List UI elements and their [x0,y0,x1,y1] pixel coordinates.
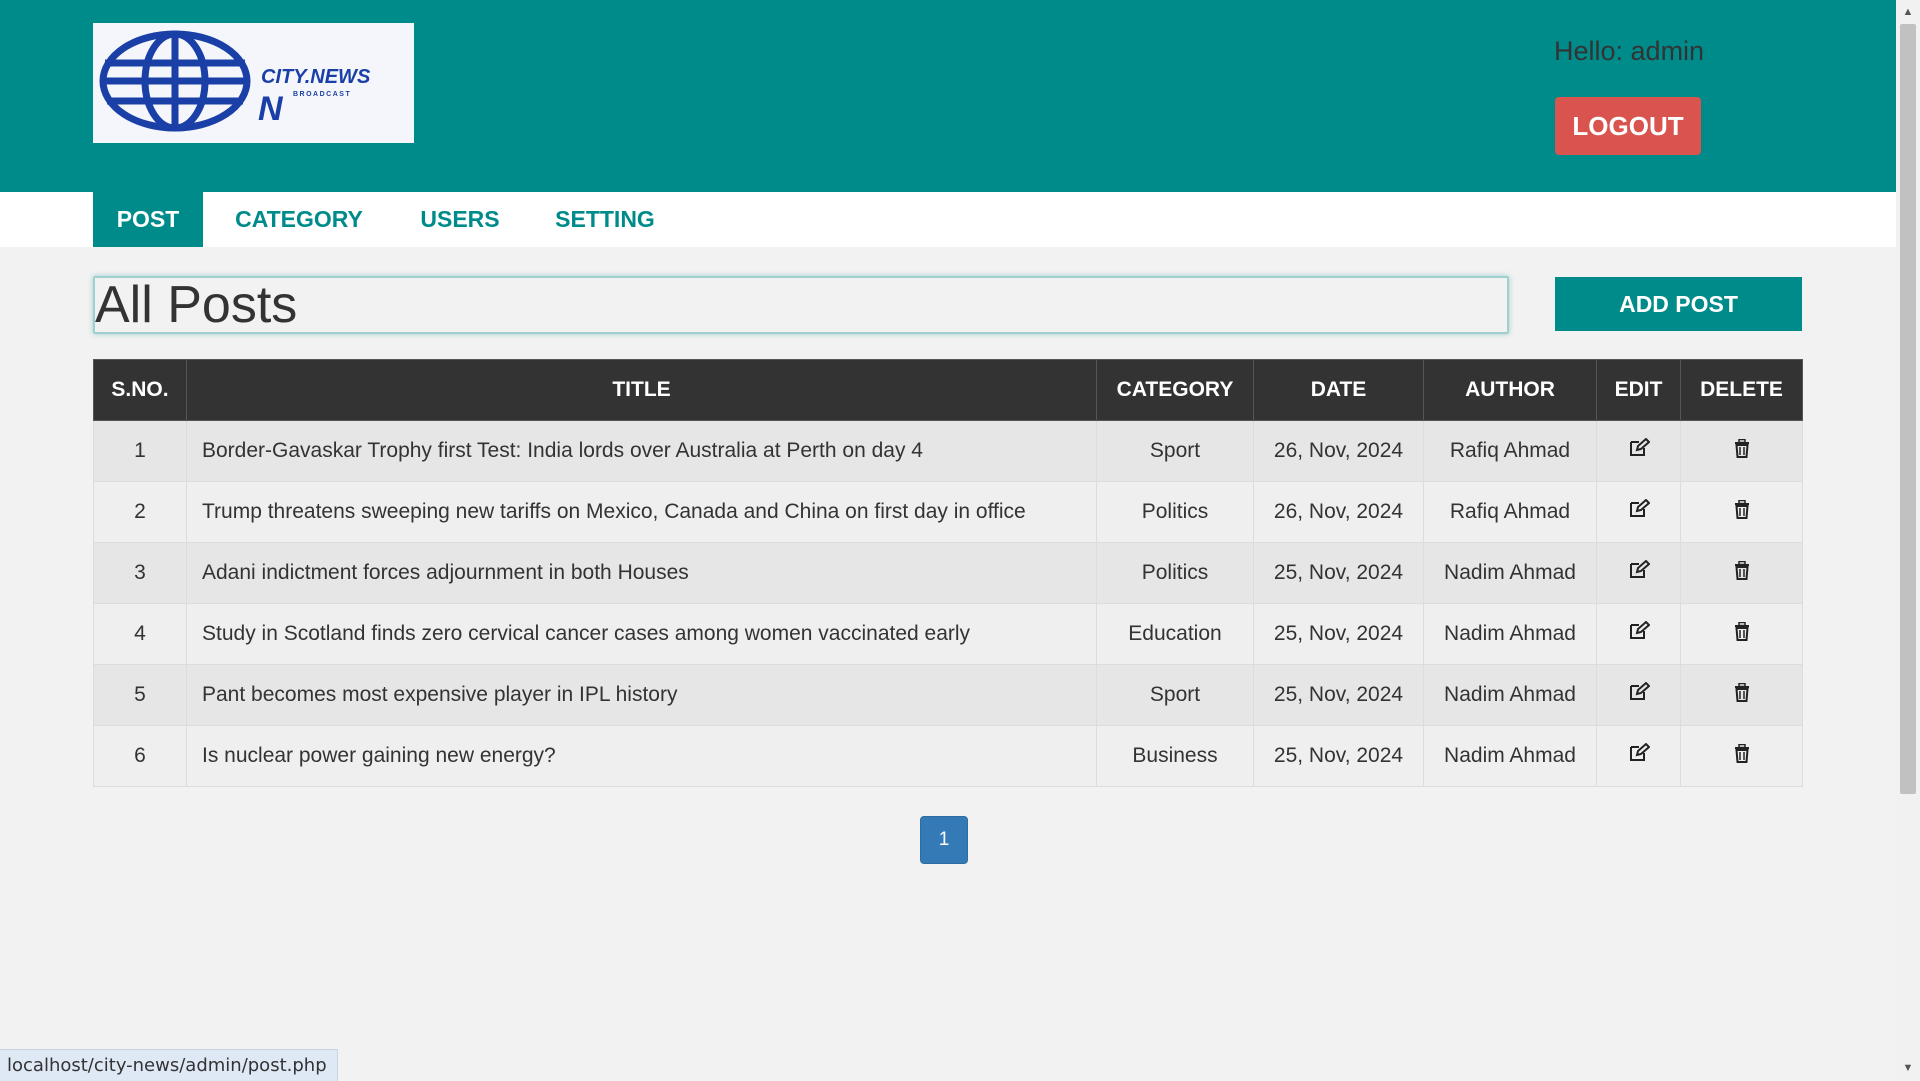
cell-sno: 2 [93,481,187,543]
svg-text:BROADCAST: BROADCAST [293,91,351,98]
scrollbar-thumb[interactable] [1900,24,1916,794]
cell-title: Border-Gavaskar Trophy first Test: India… [186,420,1097,482]
cell-title: Study in Scotland finds zero cervical ca… [186,603,1097,665]
column-header-date: DATE [1253,359,1424,421]
globe-logo-icon: N CITY.NEWS BROADCAST [99,30,371,132]
table-row: 4 Study in Scotland finds zero cervical … [93,603,1803,665]
table-row: 3 Adani indictment forces adjournment in… [93,542,1803,604]
cell-date: 25, Nov, 2024 [1253,542,1424,604]
cell-author: Nadim Ahmad [1423,664,1597,726]
table-row: 1 Border-Gavaskar Trophy first Test: Ind… [93,420,1803,482]
cell-category: Education [1096,603,1254,665]
scroll-up-arrow-icon[interactable]: ▲ [1896,2,1920,22]
column-header-category: CATEGORY [1096,359,1254,421]
edit-icon[interactable] [1628,498,1650,519]
page-title-field[interactable] [93,276,1509,334]
scroll-down-arrow-icon[interactable]: ▼ [1896,1058,1920,1078]
cell-edit [1596,420,1681,482]
trash-icon[interactable] [1734,682,1750,702]
svg-text:CITY.NEWS: CITY.NEWS [261,66,371,88]
nav-item-setting[interactable]: SETTING [545,192,665,247]
main-nav: POST CATEGORY USERS SETTING [0,192,1896,247]
cell-delete [1680,481,1803,543]
cell-author: Nadim Ahmad [1423,603,1597,665]
table-row: 6 Is nuclear power gaining new energy? B… [93,725,1803,787]
cell-delete [1680,664,1803,726]
nav-item-post[interactable]: POST [93,192,203,247]
cell-title: Adani indictment forces adjournment in b… [186,542,1097,604]
posts-table: S.NO. TITLE CATEGORY DATE AUTHOR EDIT DE… [93,359,1803,787]
cell-category: Politics [1096,542,1254,604]
cell-sno: 6 [93,725,187,787]
cell-category: Politics [1096,481,1254,543]
edit-icon[interactable] [1628,742,1650,763]
table-row: 5 Pant becomes most expensive player in … [93,664,1803,726]
cell-date: 25, Nov, 2024 [1253,664,1424,726]
cell-author: Rafiq Ahmad [1423,481,1597,543]
cell-edit [1596,664,1681,726]
trash-icon[interactable] [1734,621,1750,641]
svg-text:N: N [258,90,284,128]
cell-author: Nadim Ahmad [1423,725,1597,787]
trash-icon[interactable] [1734,438,1750,458]
cell-delete [1680,542,1803,604]
add-post-button[interactable]: ADD POST [1555,277,1802,331]
column-header-author: AUTHOR [1423,359,1597,421]
cell-title: Is nuclear power gaining new energy? [186,725,1097,787]
cell-delete [1680,725,1803,787]
edit-icon[interactable] [1628,559,1650,580]
trash-icon[interactable] [1734,560,1750,580]
nav-item-category[interactable]: CATEGORY [219,192,379,247]
table-row: 2 Trump threatens sweeping new tariffs o… [93,481,1803,543]
column-header-title: TITLE [186,359,1097,421]
cell-category: Sport [1096,664,1254,726]
site-header: N CITY.NEWS BROADCAST Hello: admin LOGOU… [0,0,1896,192]
status-bar-url: localhost/city-news/admin/post.php [0,1049,338,1081]
cell-date: 26, Nov, 2024 [1253,481,1424,543]
cell-category: Sport [1096,420,1254,482]
greeting-text: Hello: admin [1554,36,1705,66]
cell-date: 25, Nov, 2024 [1253,603,1424,665]
column-header-sno: S.NO. [93,359,187,421]
cell-delete [1680,420,1803,482]
cell-delete [1680,603,1803,665]
edit-icon[interactable] [1628,620,1650,641]
table-header-row: S.NO. TITLE CATEGORY DATE AUTHOR EDIT DE… [93,359,1803,421]
cell-sno: 5 [93,664,187,726]
cell-sno: 4 [93,603,187,665]
cell-date: 26, Nov, 2024 [1253,420,1424,482]
cell-edit [1596,542,1681,604]
pagination-page-1[interactable]: 1 [920,816,968,864]
cell-category: Business [1096,725,1254,787]
trash-icon[interactable] [1734,499,1750,519]
cell-edit [1596,481,1681,543]
vertical-scrollbar[interactable]: ▲ ▼ [1896,0,1920,1080]
column-header-delete: DELETE [1680,359,1803,421]
cell-edit [1596,603,1681,665]
cell-sno: 3 [93,542,187,604]
cell-sno: 1 [93,420,187,482]
cell-edit [1596,725,1681,787]
edit-icon[interactable] [1628,681,1650,702]
cell-author: Rafiq Ahmad [1423,420,1597,482]
cell-date: 25, Nov, 2024 [1253,725,1424,787]
cell-title: Pant becomes most expensive player in IP… [186,664,1097,726]
cell-author: Nadim Ahmad [1423,542,1597,604]
nav-item-users[interactable]: USERS [408,192,512,247]
column-header-edit: EDIT [1596,359,1681,421]
edit-icon[interactable] [1628,437,1650,458]
trash-icon[interactable] [1734,743,1750,763]
logout-button[interactable]: LOGOUT [1555,97,1701,155]
cell-title: Trump threatens sweeping new tariffs on … [186,481,1097,543]
site-logo[interactable]: N CITY.NEWS BROADCAST [93,23,414,143]
